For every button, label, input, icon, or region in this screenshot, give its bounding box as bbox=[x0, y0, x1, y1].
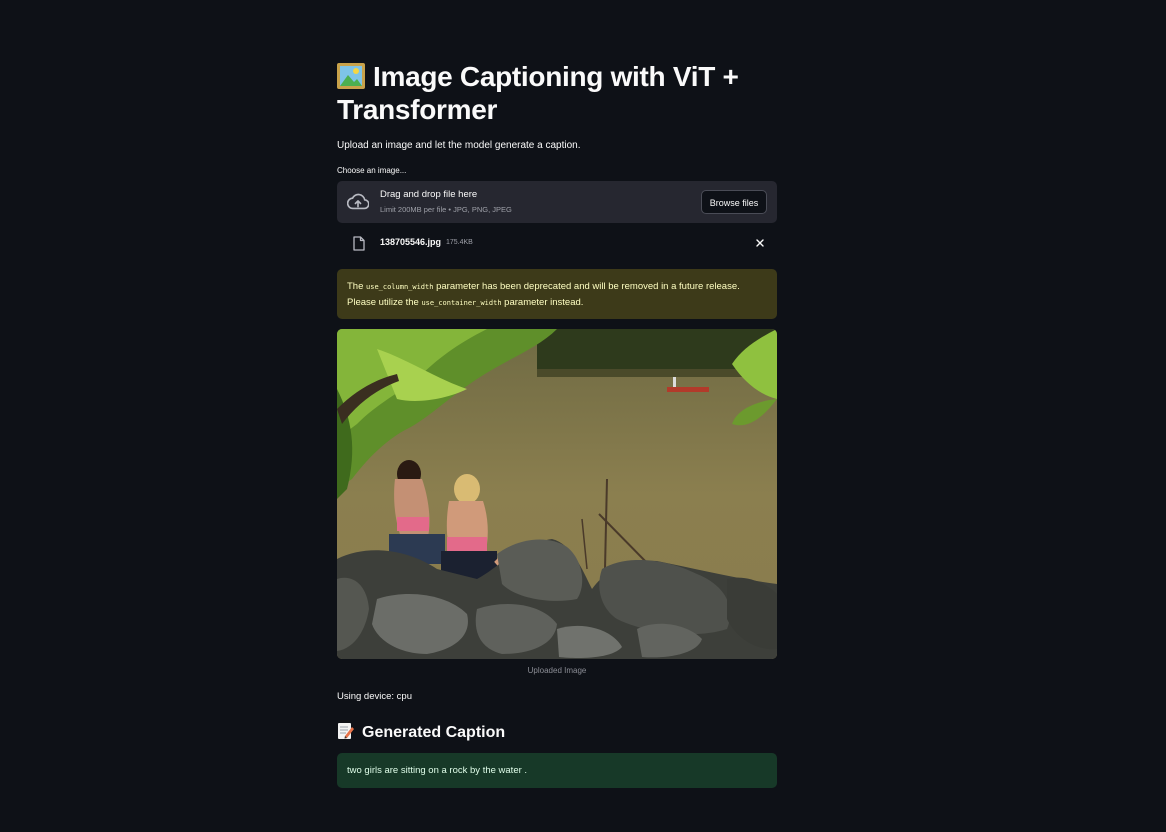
uploaded-photo bbox=[337, 329, 777, 659]
close-icon[interactable] bbox=[753, 236, 767, 250]
warning-code-column-width: use_column_width bbox=[366, 283, 434, 291]
page-title: Image Captioning with ViT + Transformer bbox=[337, 60, 777, 126]
image-caption: Uploaded Image bbox=[527, 666, 587, 675]
generated-caption-text: two girls are sitting on a rock by the w… bbox=[347, 765, 528, 776]
generated-caption-heading-text: Generated Caption bbox=[362, 724, 506, 741]
uploaded-image bbox=[337, 329, 777, 659]
generated-caption-heading: Generated Caption bbox=[337, 722, 505, 742]
warning-text-post: parameter instead. bbox=[501, 297, 584, 308]
uploaded-file-name: 138705546.jpg bbox=[380, 237, 442, 247]
deprecation-warning: The use_column_width parameter has been … bbox=[337, 269, 777, 319]
page-subtitle: Upload an image and let the model genera… bbox=[337, 140, 581, 151]
generated-caption-box: two girls are sitting on a rock by the w… bbox=[337, 753, 777, 788]
uploaded-file-row: 138705546.jpg 175.4KB bbox=[337, 234, 777, 254]
device-info: Using device: cpu bbox=[337, 691, 412, 702]
cloud-upload-icon bbox=[347, 193, 369, 210]
uploaded-file-size: 175.4KB bbox=[446, 239, 473, 246]
page-title-text: Image Captioning with ViT + Transformer bbox=[337, 61, 739, 125]
memo-icon bbox=[338, 723, 354, 739]
browse-files-button[interactable]: Browse files bbox=[701, 190, 767, 214]
warning-code-container-width: use_container_width bbox=[421, 299, 502, 307]
dropzone-limit: Limit 200MB per file • JPG, PNG, JPEG bbox=[380, 205, 512, 214]
file-dropzone[interactable]: Drag and drop file here Limit 200MB per … bbox=[337, 181, 777, 223]
warning-text-pre: The bbox=[347, 281, 367, 292]
uploader-label: Choose an image... bbox=[337, 166, 407, 175]
file-icon bbox=[353, 236, 365, 251]
dropzone-instructions: Drag and drop file here bbox=[380, 189, 478, 200]
framed-picture-icon bbox=[337, 63, 365, 89]
